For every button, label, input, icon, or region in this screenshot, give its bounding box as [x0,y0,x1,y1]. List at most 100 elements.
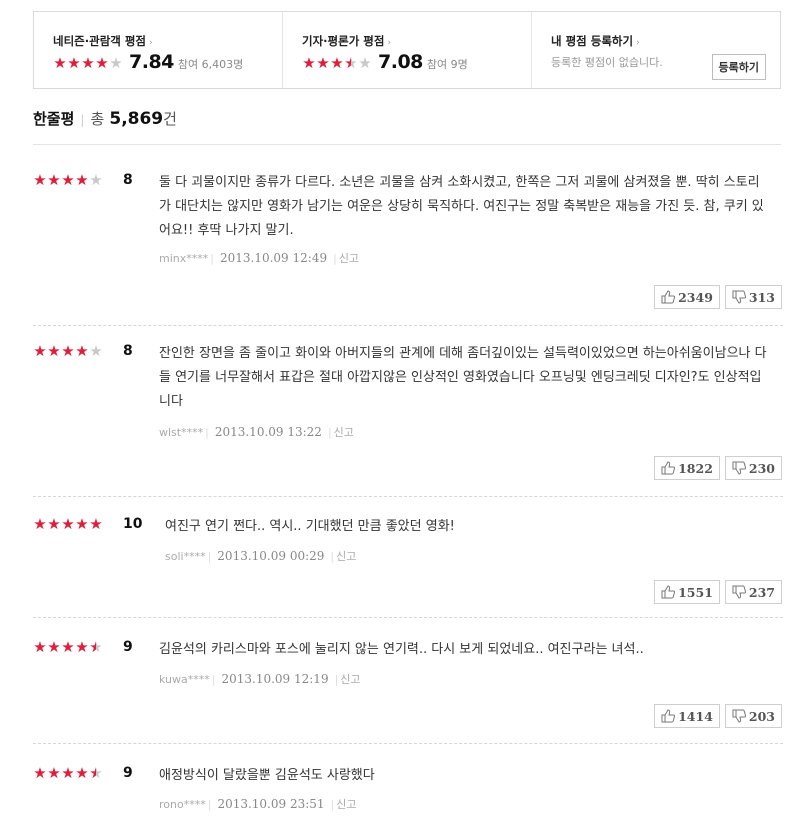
review-user[interactable]: minx**** [159,252,208,265]
star-icon: ★ [61,342,75,360]
review-text: 잔인한 장면을 좀 줄이고 화이와 아버지들의 관계에 데해 좀더깊이있는 설득… [159,346,767,409]
like-count: 1822 [678,460,713,476]
netizen-star-rating: ★★★★★ [53,54,123,72]
report-link[interactable]: 신고 [334,426,354,439]
dislike-count: 230 [748,460,775,476]
review-user[interactable]: soli**** [165,550,206,563]
review-total: 한줄평 | 총 5,869건 [33,108,781,145]
dislike-button[interactable]: 313 [724,285,782,309]
review-text: 여진구 연기 쩐다.. 역시.. 기대했던 만큼 좋았던 영화! [165,519,455,534]
review-divider [33,743,783,744]
vote-buttons: 1551 237 [654,580,782,604]
review-date: 2013.10.09 12:19 [221,672,329,686]
chevron-right-icon: › [636,38,640,48]
report-link[interactable]: 신고 [336,550,356,563]
report-link[interactable]: 신고 [340,673,360,686]
review-star-rating: ★★★★★ [33,638,103,656]
review-user[interactable]: wlst**** [159,426,203,439]
dislike-count: 313 [748,289,775,305]
vote-buttons: 1414 203 [654,704,782,728]
vote-buttons: 2349 313 [654,285,782,309]
total-count: 5,869 [109,109,164,129]
star-icon: ★ [358,54,372,72]
critic-rating: 기자·평론가 평점 › ★★★★★ 7.08 참여 9명 [283,12,532,88]
dislike-button[interactable]: 237 [724,580,782,604]
thumbs-up-icon [661,290,676,304]
thumbs-down-icon [732,585,746,599]
thumbs-down-icon [732,709,746,723]
review-star-rating: ★★★★★ [33,342,103,360]
like-button[interactable]: 2349 [654,285,720,309]
thumbs-up-icon [661,461,676,475]
star-icon: ★ [330,54,344,72]
thumbs-down-icon [732,290,746,304]
critic-participants: 참여 9명 [426,58,468,71]
star-icon: ★ [61,638,75,656]
netizen-score: 7.84 [129,51,174,73]
star-icon: ★ [33,764,47,782]
review-date: 2013.10.09 23:51 [217,797,325,811]
review-score: 9 [123,639,133,655]
star-icon: ★ [95,54,109,72]
star-icon: ★ [33,638,47,656]
star-icon: ★ [302,54,316,72]
review-user[interactable]: kuwa**** [159,673,210,686]
review-divider [33,617,783,618]
star-icon: ★ [344,54,358,72]
thumbs-down-icon [732,461,746,475]
like-button[interactable]: 1551 [654,580,720,604]
review-score: 10 [123,516,143,532]
dislike-count: 203 [748,708,775,724]
dislike-button[interactable]: 203 [724,704,782,728]
star-icon: ★ [109,54,123,72]
like-button[interactable]: 1414 [654,704,720,728]
review-meta: rono**** | 2013.10.09 23:51 | 신고 [159,797,357,811]
review-star-rating: ★★★★★ [33,515,103,533]
star-icon: ★ [47,342,61,360]
star-icon: ★ [89,515,103,533]
star-icon: ★ [89,638,103,656]
rating-summary: 네티즌·관람객 평점 › ★★★★★ 7.84 참여 6,403명 기자·평론가 … [33,11,781,89]
critic-score: 7.08 [378,51,423,73]
register-rating-button[interactable]: 등록하기 [711,54,766,80]
star-icon: ★ [89,171,103,189]
star-icon: ★ [53,54,67,72]
my-rating: 내 평점 등록하기 › 등록한 평점이 없습니다. 등록하기 [532,12,780,88]
star-icon: ★ [61,764,75,782]
review-date: 2013.10.09 12:49 [219,251,328,265]
critic-rating-label: 기자·평론가 평점 [302,34,385,48]
dislike-count: 237 [748,584,775,600]
report-link[interactable]: 신고 [336,798,356,811]
critic-star-rating: ★★★★★ [302,54,372,72]
star-icon: ★ [75,764,89,782]
netizen-participants: 참여 6,403명 [177,58,244,71]
dislike-button[interactable]: 230 [724,456,782,480]
my-rating-title[interactable]: 내 평점 등록하기 › [551,33,640,49]
chevron-right-icon: › [387,38,392,48]
thumbs-up-icon [661,709,676,723]
critic-rating-title[interactable]: 기자·평론가 평점 › [302,33,391,49]
chevron-right-icon: › [149,38,153,48]
review-score: 9 [123,765,133,781]
like-count: 2349 [678,289,713,305]
star-icon: ★ [75,638,89,656]
review-score: 8 [123,172,133,188]
star-icon: ★ [61,515,75,533]
netizen-rating-title[interactable]: 네티즌·관람객 평점 › [53,33,153,49]
report-link[interactable]: 신고 [339,252,359,265]
like-count: 1414 [678,708,713,724]
like-button[interactable]: 1822 [654,456,720,480]
star-icon: ★ [33,515,47,533]
review-meta: minx**** | 2013.10.09 12:49 | 신고 [159,251,360,265]
review-meta: wlst**** | 2013.10.09 13:22 | 신고 [159,425,354,439]
review-divider [33,325,783,326]
vote-buttons: 1822 230 [654,456,782,480]
star-icon: ★ [75,515,89,533]
netizen-rating: 네티즌·관람객 평점 › ★★★★★ 7.84 참여 6,403명 [34,12,283,88]
review-text: 애정방식이 달랐을뿐 김윤석도 사랑했다 [159,768,375,783]
review-star-rating: ★★★★★ [33,764,103,782]
thumbs-up-icon [661,585,676,599]
review-user[interactable]: rono**** [159,798,206,811]
review-meta: kuwa**** | 2013.10.09 12:19 | 신고 [159,672,361,686]
star-icon: ★ [47,764,61,782]
